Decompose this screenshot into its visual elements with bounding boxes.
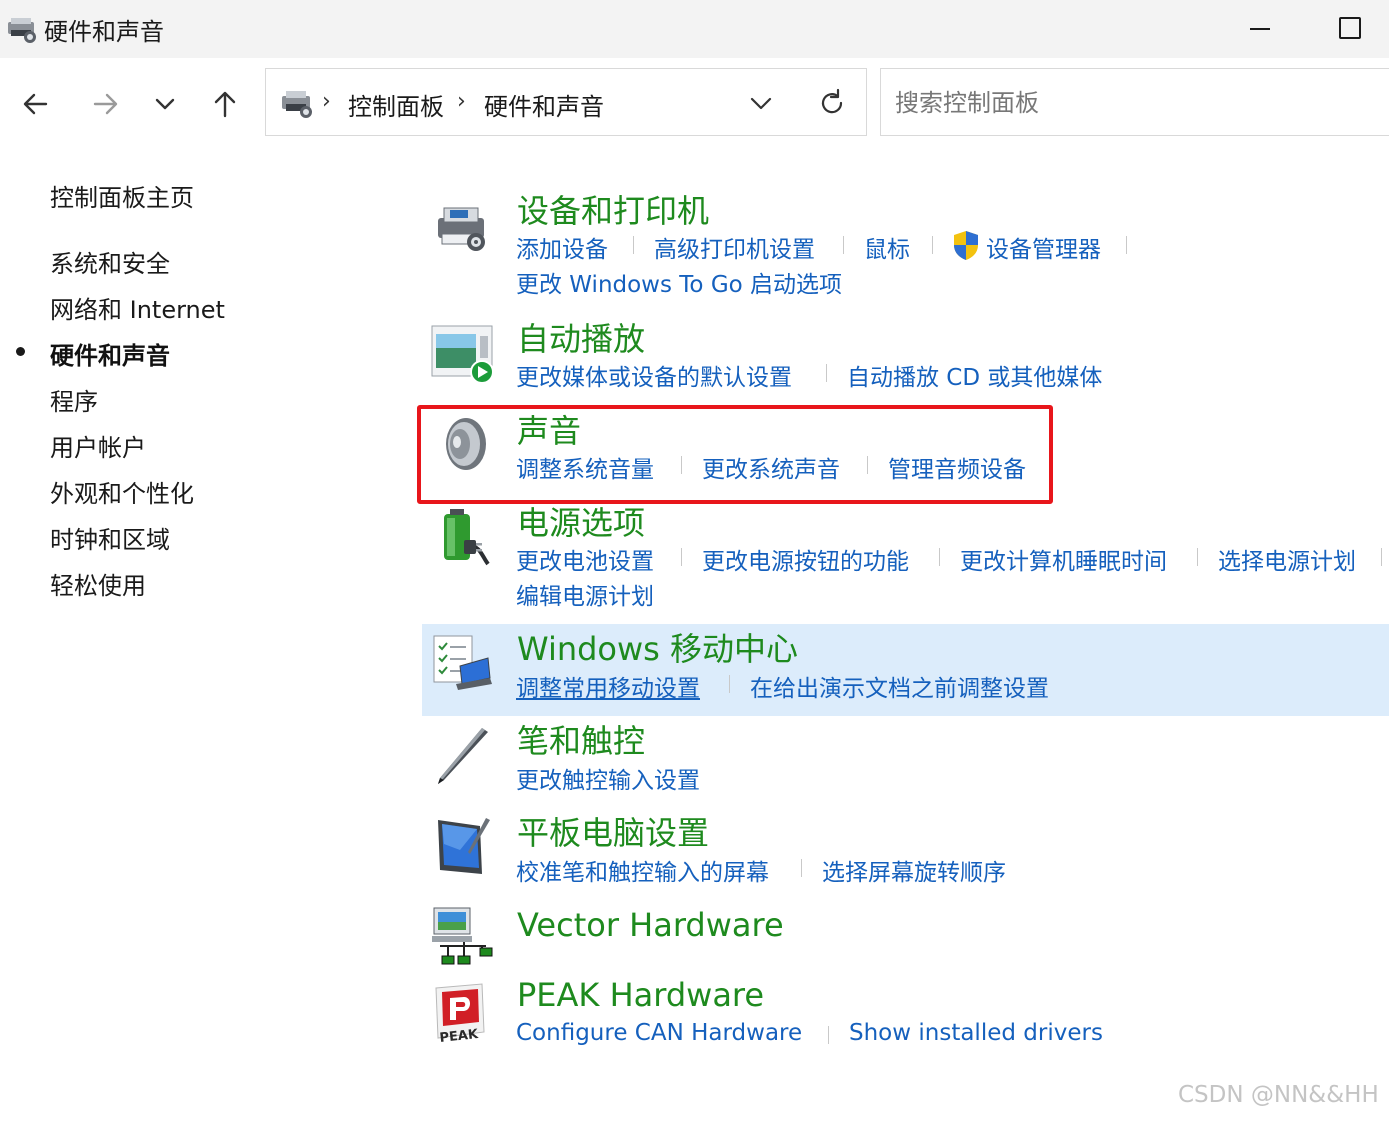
link-calibrate-screen[interactable]: 校准笔和触控输入的屏幕 [516, 853, 769, 887]
link-separator [1197, 548, 1198, 566]
link-separator [681, 548, 682, 566]
link-presentation-settings[interactable]: 在给出演示文档之前调整设置 [750, 669, 1049, 703]
category-title-autoplay[interactable]: 自动播放 [517, 314, 645, 360]
link-advanced-printer-settings[interactable]: 高级打印机设置 [654, 230, 815, 264]
category-title-vector-hardware[interactable]: Vector Hardware [517, 906, 784, 944]
recent-locations-chevron-down-icon[interactable] [145, 86, 185, 122]
link-adjust-mobility-settings[interactable]: 调整常用移动设置 [516, 669, 700, 703]
mobility-center-icon [433, 635, 492, 690]
link-separator [633, 236, 634, 254]
annotation-highlight-box [417, 405, 1053, 504]
breadcrumb-control-panel[interactable]: 控制面板 [348, 87, 444, 122]
category-title-mobility-center[interactable]: Windows 移动中心 [517, 624, 798, 670]
sidebar-home-link[interactable]: 控制面板主页 [50, 178, 194, 213]
link-separator [932, 236, 933, 254]
window-title: 硬件和声音 [44, 18, 164, 46]
link-autoplay-cd[interactable]: 自动播放 CD 或其他媒体 [847, 358, 1102, 392]
up-arrow-icon[interactable] [205, 86, 245, 122]
maximize-button[interactable] [1338, 16, 1361, 39]
chevron-right-icon: › [322, 89, 331, 114]
sidebar-item-hardware-sound[interactable]: 硬件和声音 [50, 336, 170, 371]
link-separator [801, 859, 802, 877]
sidebar-item-clock-region[interactable]: 时钟和区域 [50, 520, 170, 555]
sidebar-item-network-internet[interactable]: 网络和 Internet [50, 290, 225, 325]
link-mouse[interactable]: 鼠标 [864, 230, 910, 264]
link-windows-to-go[interactable]: 更改 Windows To Go 启动选项 [516, 265, 842, 299]
search-input[interactable] [893, 83, 1377, 123]
link-edit-power-plan[interactable]: 编辑电源计划 [516, 577, 654, 611]
tablet-icon [438, 818, 490, 874]
category-title-power-options[interactable]: 电源选项 [517, 498, 645, 544]
uac-shield-icon [954, 231, 978, 260]
address-history-chevron-down-icon[interactable] [746, 89, 776, 117]
pen-icon [438, 728, 488, 784]
link-change-media-defaults[interactable]: 更改媒体或设备的默认设置 [516, 358, 792, 392]
autoplay-icon [431, 325, 494, 384]
back-arrow-icon[interactable] [16, 86, 56, 122]
watermark-text: CSDN @NN&&HH [1178, 1082, 1379, 1108]
link-separator [1126, 236, 1127, 254]
sidebar-item-user-accounts[interactable]: 用户帐户 [50, 428, 146, 463]
link-separator [1381, 548, 1382, 566]
link-separator [729, 675, 730, 693]
title-bar: 硬件和声音 [0, 0, 1389, 58]
printer-icon [438, 207, 485, 251]
forward-arrow-icon[interactable] [85, 86, 125, 122]
link-power-button-function[interactable]: 更改电源按钮的功能 [702, 542, 909, 576]
control-panel-hardware-icon [8, 18, 36, 43]
link-separator [828, 1026, 829, 1044]
link-show-installed-drivers[interactable]: Show installed drivers [849, 1020, 1103, 1046]
refresh-icon[interactable] [816, 87, 848, 119]
address-bar[interactable]: › 控制面板 › 硬件和声音 [265, 68, 867, 136]
sidebar-item-appearance[interactable]: 外观和个性化 [50, 474, 194, 509]
minimize-button[interactable] [1246, 14, 1274, 44]
category-title-devices-printers[interactable]: 设备和打印机 [517, 186, 709, 232]
link-screen-rotation[interactable]: 选择屏幕旋转顺序 [822, 853, 1006, 887]
link-separator [826, 364, 827, 382]
battery-plug-icon [444, 509, 490, 566]
link-change-battery-settings[interactable]: 更改电池设置 [516, 542, 654, 576]
active-bullet-icon [16, 347, 25, 356]
network-computer-icon [432, 907, 493, 965]
link-separator [939, 548, 940, 566]
breadcrumb-hardware-sound[interactable]: 硬件和声音 [484, 87, 604, 122]
sidebar-item-programs[interactable]: 程序 [50, 382, 98, 417]
chevron-right-icon[interactable]: › [457, 89, 466, 114]
sidebar-item-system-security[interactable]: 系统和安全 [50, 244, 170, 279]
link-separator [843, 236, 844, 254]
link-sleep-time[interactable]: 更改计算机睡眠时间 [960, 542, 1167, 576]
category-title-pen-touch[interactable]: 笔和触控 [517, 716, 645, 762]
category-title-tablet-settings[interactable]: 平板电脑设置 [517, 808, 709, 854]
link-change-touch-input[interactable]: 更改触控输入设置 [516, 761, 700, 795]
search-box[interactable] [880, 68, 1389, 136]
sidebar-item-ease-of-access[interactable]: 轻松使用 [50, 566, 146, 601]
link-configure-can-hardware[interactable]: Configure CAN Hardware [516, 1020, 802, 1046]
svg-text:PEAK: PEAK [439, 1027, 480, 1046]
link-choose-power-plan[interactable]: 选择电源计划 [1218, 542, 1356, 576]
control-panel-hardware-icon [282, 91, 312, 118]
category-title-peak-hardware[interactable]: PEAK Hardware [517, 976, 764, 1014]
peak-logo-icon: PEAK [435, 983, 485, 1046]
link-add-device[interactable]: 添加设备 [516, 230, 608, 264]
link-device-manager[interactable]: 设备管理器 [986, 230, 1101, 264]
